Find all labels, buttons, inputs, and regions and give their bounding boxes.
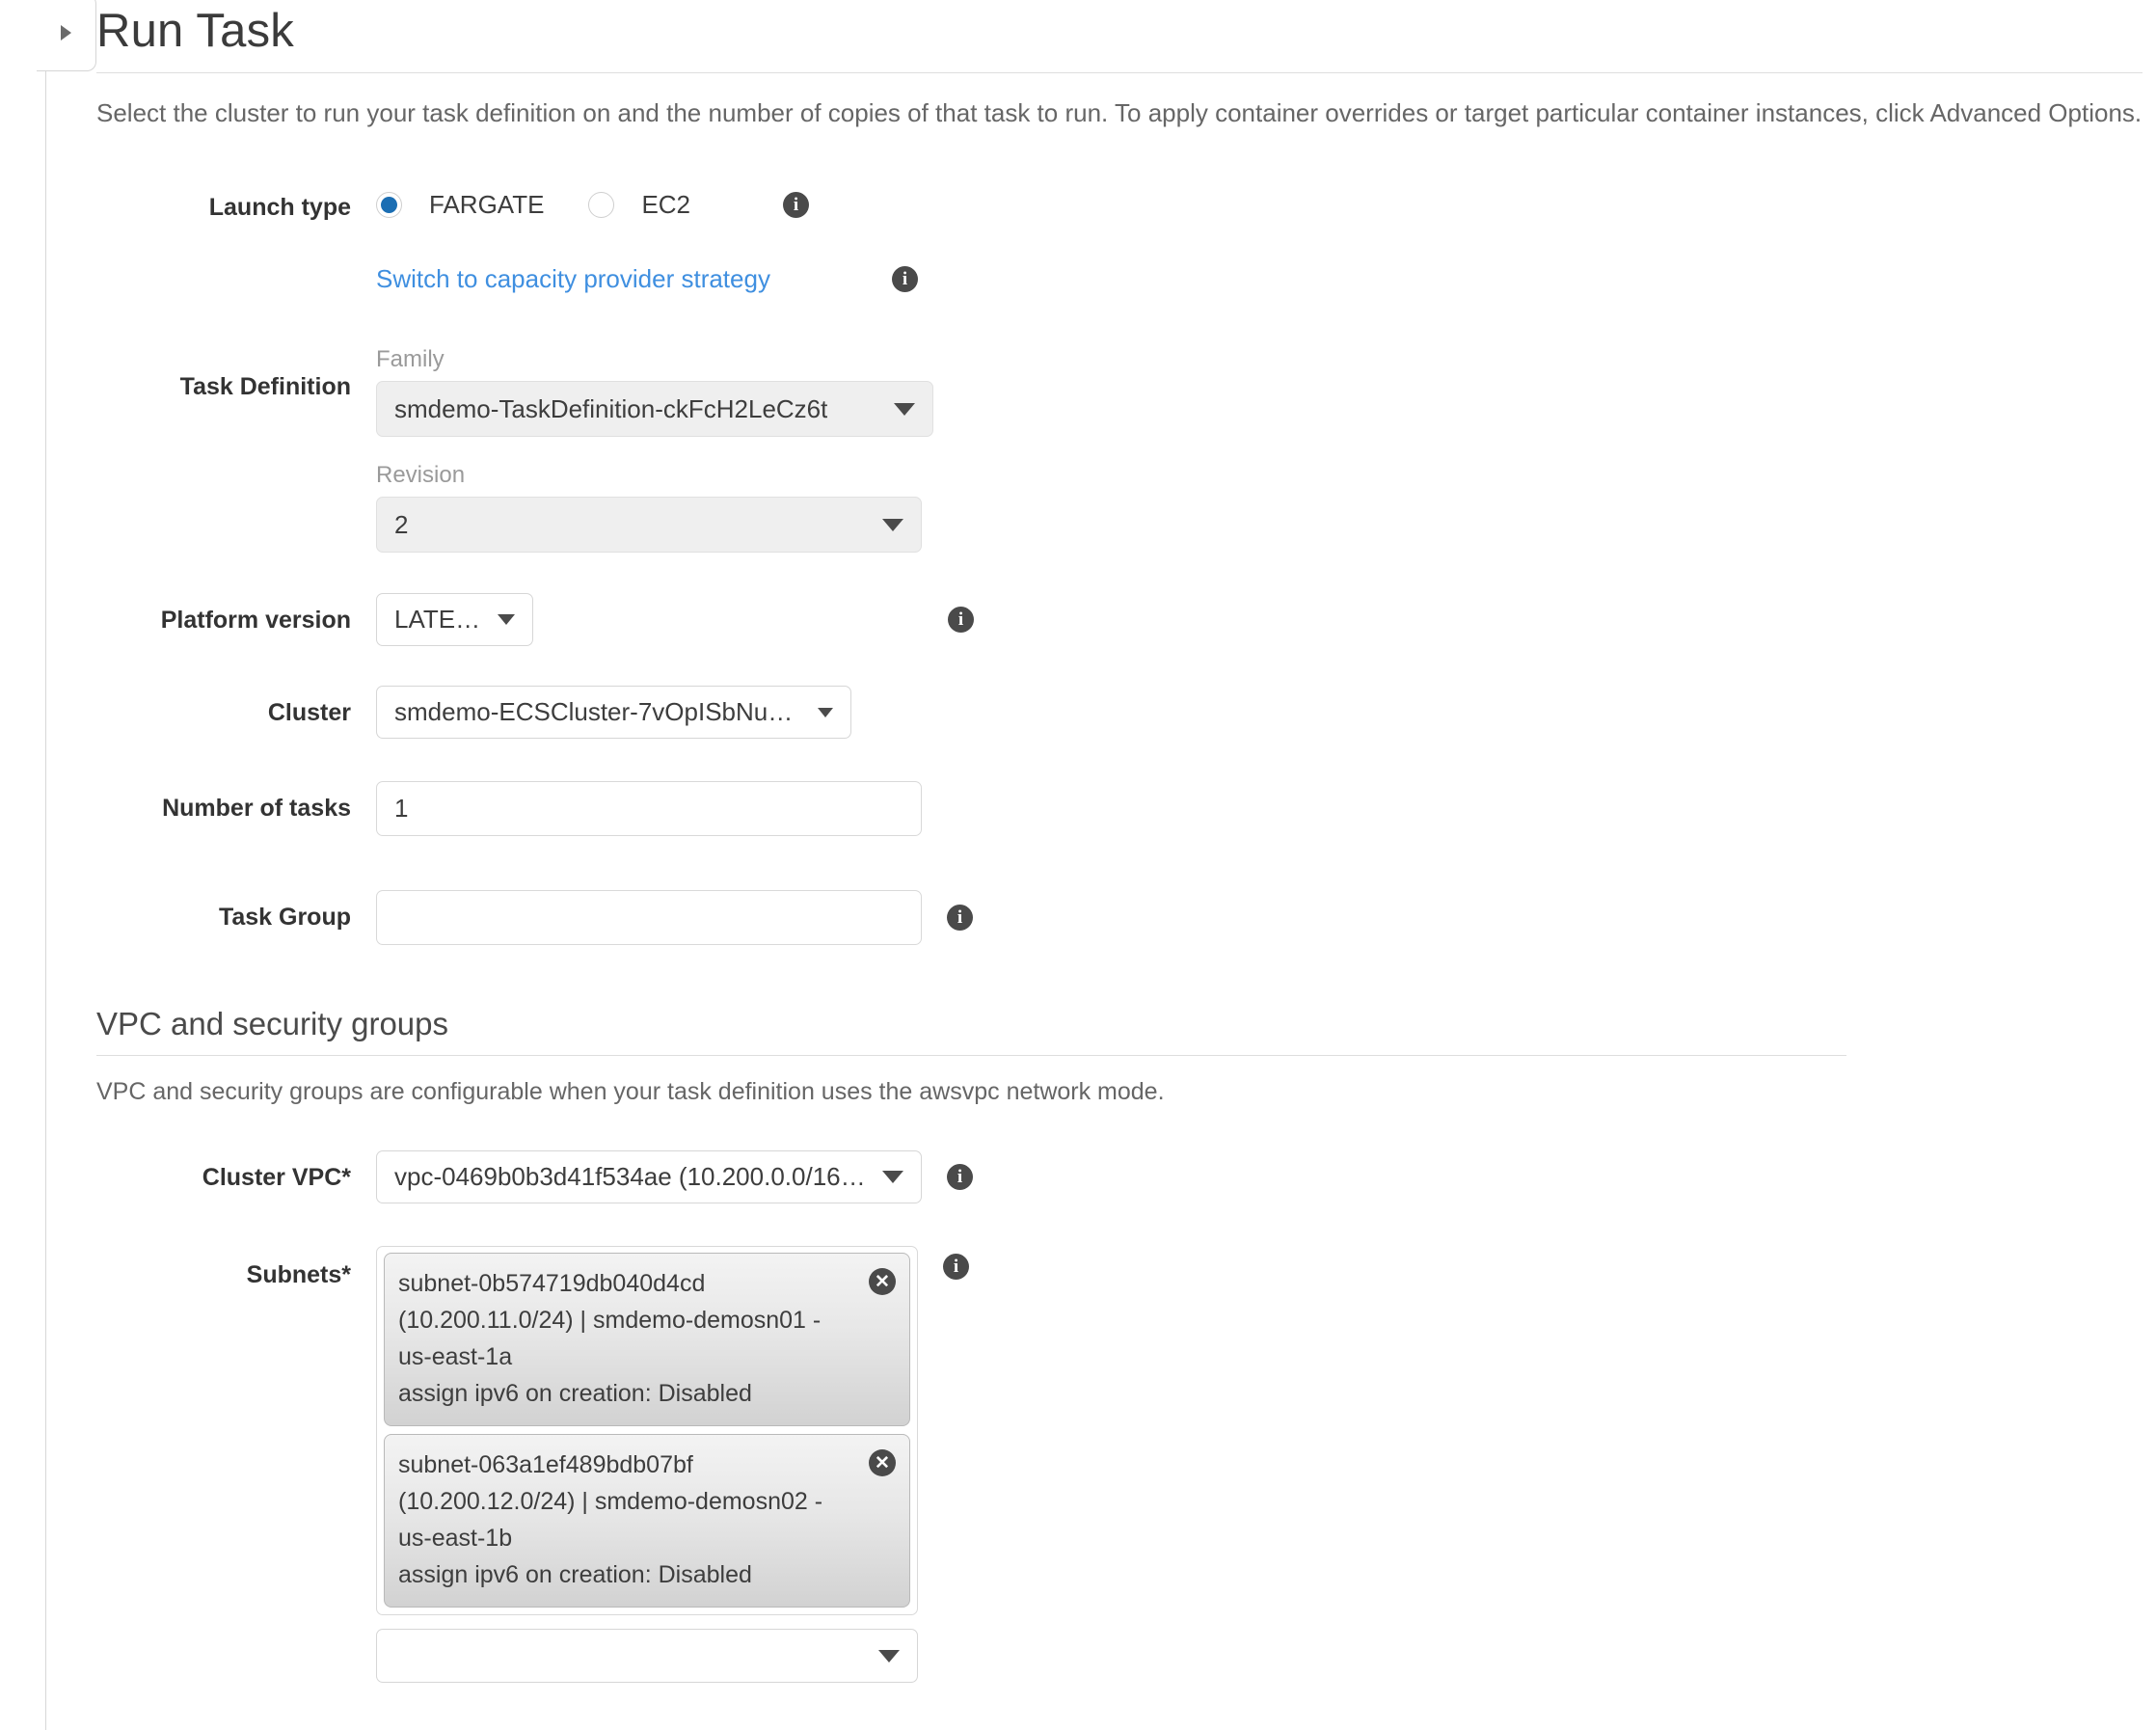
vpc-section-title: VPC and security groups [96, 1006, 449, 1041]
title-divider [96, 72, 2143, 73]
subnet-token-detail: (10.200.11.0/24) | smdemo-demosn01 - us-… [398, 1307, 822, 1370]
subnets-row: Subnets* subnet-0b574719db040d4cd (10.20… [96, 1246, 2156, 1683]
platform-version-value: LATEST [394, 605, 482, 634]
cluster-vpc-select[interactable]: vpc-0469b0b3d41f534ae (10.200.0.0/16)… [376, 1150, 922, 1203]
chevron-down-icon [878, 1649, 900, 1662]
close-circle-icon[interactable]: ✕ [869, 1449, 896, 1476]
platform-version-info-icon[interactable]: i [948, 607, 974, 633]
number-of-tasks-input[interactable] [376, 781, 922, 836]
switch-capacity-provider-link[interactable]: Switch to capacity provider strategy [376, 264, 770, 294]
task-group-input[interactable] [376, 890, 922, 945]
capacity-provider-row: Switch to capacity provider strategy i [96, 264, 2156, 294]
radio-fargate-label[interactable]: FARGATE [429, 190, 544, 220]
number-of-tasks-row: Number of tasks [96, 781, 2156, 836]
family-sublabel: Family [376, 346, 445, 372]
cluster-label: Cluster [267, 699, 351, 726]
cluster-vpc-label: Cluster VPC* [202, 1164, 351, 1191]
radio-ec2-label[interactable]: EC2 [641, 190, 690, 220]
vpc-section-description: VPC and security groups are configurable… [96, 1078, 1165, 1105]
subnet-token-ipv6: assign ipv6 on creation: Disabled [398, 1380, 752, 1407]
radio-fargate[interactable] [376, 192, 402, 218]
subnet-token-detail: (10.200.12.0/24) | smdemo-demosn02 - us-… [398, 1488, 823, 1552]
subnet-token: subnet-063a1ef489bdb07bf (10.200.12.0/24… [384, 1434, 910, 1608]
platform-version-row: Platform version LATEST i [96, 593, 2156, 646]
cluster-vpc-value: vpc-0469b0b3d41f534ae (10.200.0.0/16)… [394, 1162, 871, 1191]
cluster-row: Cluster smdemo-ECSCluster-7vOpISbNuWxP [96, 686, 2156, 739]
revision-sublabel: Revision [376, 462, 466, 488]
vpc-section-divider [96, 1055, 1846, 1056]
capacity-provider-info-icon[interactable]: i [891, 266, 918, 292]
task-group-info-icon[interactable]: i [947, 905, 973, 931]
task-definition-row: Task Definition Family smdemo-TaskDefini… [96, 346, 2156, 553]
page-container: Run Task Select the cluster to run your … [96, 0, 2156, 1683]
subnets-add-select[interactable] [376, 1629, 918, 1683]
task-group-label: Task Group [218, 904, 351, 931]
task-definition-revision-select[interactable]: 2 [376, 497, 922, 553]
subnet-token-id: subnet-063a1ef489bdb07bf [398, 1451, 693, 1478]
subnet-token-id: subnet-0b574719db040d4cd [398, 1270, 706, 1297]
sidebar-divider [45, 71, 46, 1730]
chevron-down-icon [818, 707, 833, 717]
subnet-token: subnet-0b574719db040d4cd (10.200.11.0/24… [384, 1253, 910, 1426]
chevron-down-icon [882, 518, 903, 531]
launch-type-radio-group: FARGATE EC2 i [376, 190, 810, 220]
task-definition-family-value: smdemo-TaskDefinition-ckFcH2LeCz6t [394, 393, 828, 423]
subnets-label: Subnets* [246, 1261, 351, 1288]
task-definition-family-select[interactable]: smdemo-TaskDefinition-ckFcH2LeCz6t [376, 381, 933, 437]
radio-ec2[interactable] [588, 192, 615, 218]
cluster-value: smdemo-ECSCluster-7vOpISbNuWxP [394, 697, 806, 726]
close-circle-icon[interactable]: ✕ [869, 1268, 896, 1295]
page-title: Run Task [96, 5, 294, 57]
page-description: Select the cluster to run your task defi… [96, 98, 2143, 127]
vpc-section: VPC and security groups VPC and security… [96, 1005, 2156, 1106]
subnets-info-icon[interactable]: i [943, 1254, 969, 1280]
subnets-token-box[interactable]: subnet-0b574719db040d4cd (10.200.11.0/24… [376, 1246, 918, 1615]
triangle-right-icon [61, 25, 71, 41]
cluster-select[interactable]: smdemo-ECSCluster-7vOpISbNuWxP [376, 686, 851, 739]
launch-type-info-icon[interactable]: i [783, 192, 810, 218]
subnet-token-ipv6: assign ipv6 on creation: Disabled [398, 1561, 752, 1588]
run-task-form: Launch type FARGATE EC2 i Switch to capa… [96, 178, 2156, 1683]
task-group-row: Task Group i [96, 890, 2156, 945]
launch-type-row: Launch type FARGATE EC2 i [96, 178, 2156, 222]
cluster-vpc-row: Cluster VPC* vpc-0469b0b3d41f534ae (10.2… [96, 1150, 2156, 1203]
platform-version-select[interactable]: LATEST [376, 593, 533, 646]
chevron-down-icon [894, 402, 915, 416]
cluster-vpc-info-icon[interactable]: i [947, 1164, 973, 1190]
chevron-down-icon [498, 614, 515, 625]
chevron-down-icon [882, 1171, 903, 1183]
launch-type-label: Launch type [208, 194, 351, 221]
platform-version-label: Platform version [160, 607, 351, 634]
sidebar-expand-tab[interactable] [37, 0, 96, 71]
task-definition-revision-value: 2 [394, 509, 409, 539]
task-definition-label: Task Definition [179, 373, 351, 400]
number-of-tasks-label: Number of tasks [162, 795, 351, 822]
